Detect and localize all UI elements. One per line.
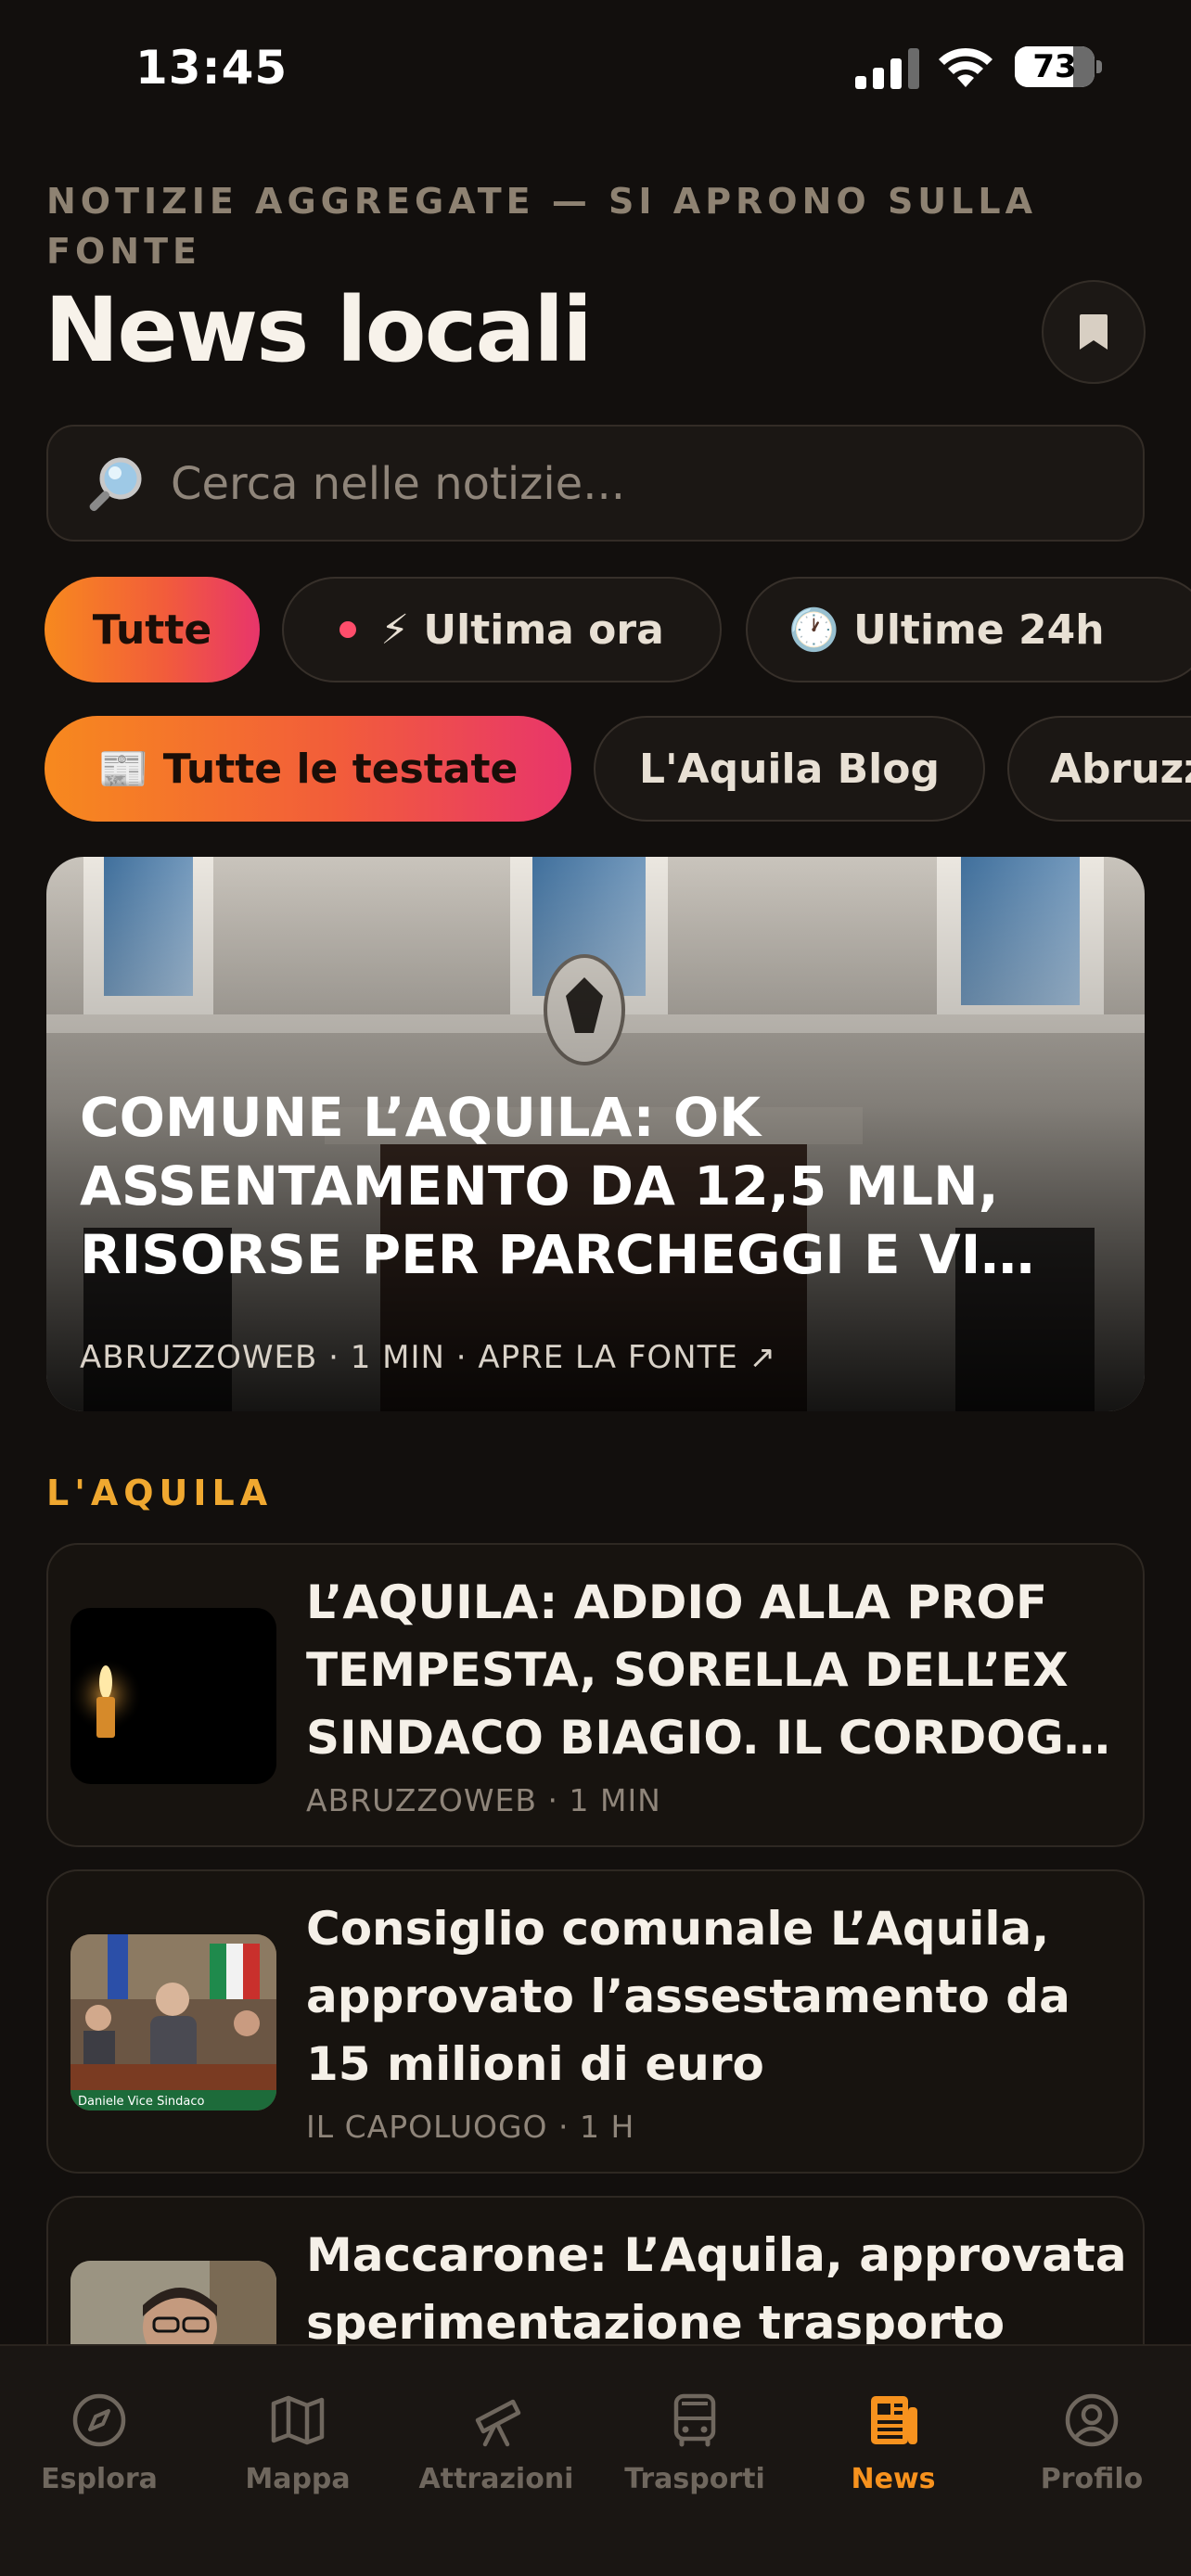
telescope-icon (475, 2399, 521, 2447)
wifi-icon (939, 47, 992, 87)
article-thumbnail (70, 1608, 276, 1784)
hero-article-meta: ABRUZZOWEB · 1 MIN · APRE LA FONTE ↗ (80, 1339, 777, 1376)
article-thumbnail: Daniele Vice Sindaco (70, 1934, 276, 2111)
search-bar[interactable] (46, 425, 1145, 542)
battery-level-text: 73 (1032, 48, 1077, 85)
bookmark-icon (1080, 314, 1108, 350)
compass-icon (72, 2393, 126, 2447)
tab-esplora[interactable]: Esplora (0, 2346, 198, 2495)
source-chip-aquila-blog[interactable]: L'Aquila Blog (594, 716, 985, 822)
tab-bar: Esplora Mappa Attrazioni Trasporti News … (0, 2344, 1191, 2576)
live-dot (339, 621, 357, 638)
section-label: L'AQUILA (46, 1473, 274, 1513)
article-card[interactable]: L’AQUILA: ADDIO ALLA PROF TEMPESTA, SORE… (46, 1543, 1145, 1847)
council-image: Daniele Vice Sindaco (70, 1934, 276, 2111)
bookmarks-button[interactable] (1042, 280, 1146, 384)
battery-indicator: 73 (1015, 46, 1102, 87)
newspaper-icon (871, 2396, 917, 2444)
svg-text:Daniele Vice Sindaco: Daniele Vice Sindaco (78, 2095, 205, 2109)
profile-icon (1065, 2393, 1119, 2447)
source-filter-row: 📰 Tutte le testate L'Aquila Blog Abruzzo (0, 716, 1191, 823)
filter-chip-all[interactable]: Tutte (45, 577, 260, 682)
signal-icon (855, 48, 919, 89)
hero-article-card[interactable]: COMUNE L’AQUILA: OK ASSENTAMENTO DA 12,5… (46, 857, 1145, 1411)
search-input[interactable] (171, 445, 1098, 523)
page-title: News locali (45, 278, 593, 382)
source-chip-all[interactable]: 📰 Tutte le testate (45, 716, 571, 822)
source-chip-abruzzo[interactable]: Abruzzo (1007, 716, 1191, 822)
candle-image (70, 1658, 143, 1738)
header-kicker: NOTIZIE AGGREGATE — SI APRONO SULLA FONT… (46, 181, 1037, 272)
article-meta: IL CAPOLUOGO · 1 H (306, 2109, 635, 2145)
article-title: Consiglio comunale L’Aquila, approvato l… (306, 1902, 1070, 2091)
time-filter-row: Tutte ⚡ Ultima ora 🕐 Ultime 24h (0, 577, 1191, 684)
tab-mappa[interactable]: Mappa (198, 2346, 397, 2495)
status-bar: 13:45 73 (0, 0, 1191, 139)
map-icon (271, 2395, 325, 2445)
tab-news[interactable]: News (794, 2346, 992, 2495)
article-title: Maccarone: L’Aquila, approvata speriment… (306, 2228, 1127, 2350)
tab-attrazioni[interactable]: Attrazioni (397, 2346, 596, 2495)
magnifier-icon (89, 457, 142, 512)
article-title: L’AQUILA: ADDIO ALLA PROF TEMPESTA, SORE… (306, 1575, 1110, 1765)
status-time: 13:45 (135, 41, 288, 95)
article-card[interactable]: Daniele Vice Sindaco Consiglio comunale … (46, 1869, 1145, 2174)
filter-chip-latest[interactable]: ⚡ Ultima ora (282, 577, 722, 682)
tab-profilo[interactable]: Profilo (992, 2346, 1191, 2495)
hero-article-title: COMUNE L’AQUILA: OK ASSENTAMENTO DA 12,5… (80, 1086, 1035, 1286)
tab-trasporti[interactable]: Trasporti (596, 2346, 794, 2495)
bus-icon (673, 2393, 716, 2447)
filter-chip-last-24h[interactable]: 🕐 Ultime 24h (746, 577, 1191, 682)
article-meta: ABRUZZOWEB · 1 MIN (306, 1782, 661, 1818)
